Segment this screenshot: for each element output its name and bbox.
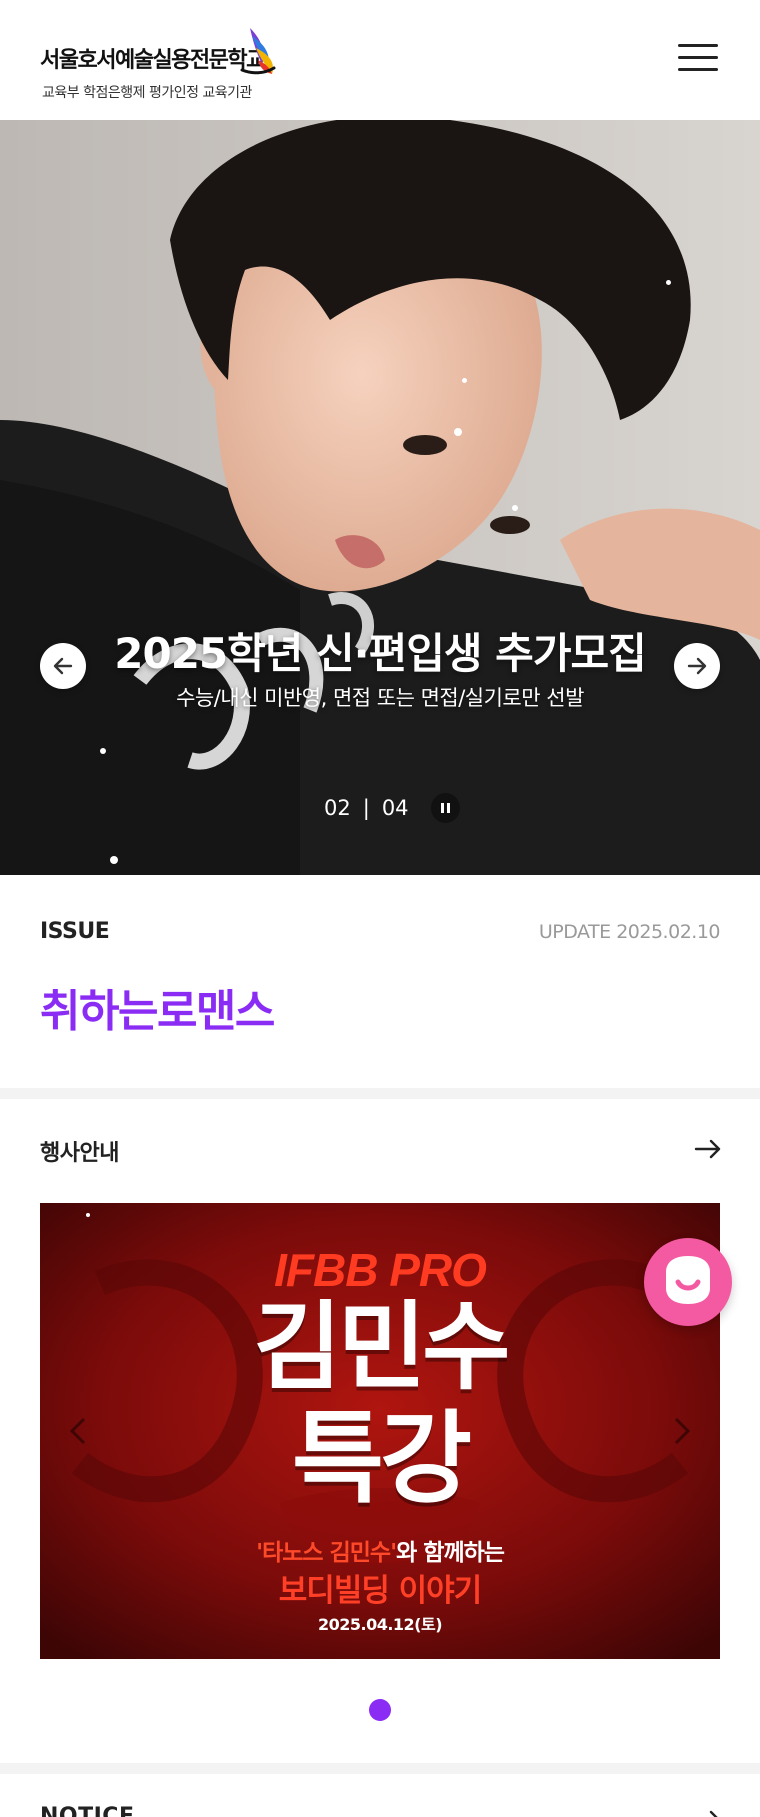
school-subtitle: 교육부 학점은행제 평가인정 교육기관 [42, 85, 252, 101]
poster-tagline: '타노스 김민수'와 함께하는 [40, 1533, 720, 1567]
logo-swoosh-icon [240, 28, 276, 75]
school-name: 서울호서예술실용전문학교 [40, 47, 266, 73]
hero-photo [0, 120, 760, 875]
poster-date: 2025.04.12(토) [317, 1615, 443, 1634]
poster-name: 김민수 [253, 1291, 511, 1403]
chevron-right-icon [674, 1417, 691, 1445]
poster-lecture: 특강 [292, 1400, 472, 1517]
issue-label: ISSUE [40, 919, 110, 944]
poster-tagline-rest: 와 함께하는 [396, 1540, 505, 1566]
school-logo[interactable]: 서울호서예술실용전문학교 교육부 학점은행제 평가인정 교육기관 [40, 24, 280, 104]
hero-pagination: 02 | 04 [320, 792, 460, 824]
hero-slider[interactable]: 2025학년 신·편입생 추가모집 수능/내신 미반영, 면접 또는 면접/실기… [0, 120, 760, 875]
events-section: 행사안내 IFBB PRO 김민수 특강 '타노스 김민수'와 함께하는 보디빌… [0, 1099, 760, 1763]
hero-title: 2025학년 신·편입생 추가모집 [114, 629, 647, 678]
arrow-left-icon [53, 657, 73, 675]
notice-more-button[interactable] [692, 1804, 724, 1817]
hero-next-button[interactable] [674, 643, 720, 689]
site-header: 서울호서예술실용전문학교 교육부 학점은행제 평가인정 교육기관 [0, 0, 760, 120]
arrow-right-icon [687, 657, 707, 675]
events-more-button[interactable] [692, 1133, 724, 1165]
poster-topic: 보디빌딩 이야기 [278, 1573, 482, 1609]
event-poster[interactable]: IFBB PRO 김민수 특강 '타노스 김민수'와 함께하는 보디빌딩 이야기… [40, 1203, 720, 1659]
chat-smile-icon [666, 1256, 710, 1304]
hero-subtitle: 수능/내신 미반영, 면접 또는 면접/실기로만 선발 [176, 686, 584, 710]
total-slides: 04 [381, 796, 409, 820]
events-pager-dot[interactable] [369, 1699, 391, 1721]
issue-update-date: UPDATE 2025.02.10 [538, 921, 721, 943]
pause-icon [440, 803, 444, 813]
slide-separator: | [362, 796, 370, 820]
hero-prev-button[interactable] [40, 643, 86, 689]
pause-button[interactable] [430, 793, 460, 823]
issue-headline[interactable]: 취하는로맨스 [40, 975, 275, 1039]
notice-section: NOTICE [0, 1774, 760, 1817]
chat-button[interactable] [644, 1238, 732, 1326]
poster-brand: IFBB PRO [274, 1244, 487, 1296]
hamburger-menu-icon [678, 44, 718, 47]
current-slide: 02 [324, 796, 351, 820]
notice-title: NOTICE [40, 1804, 135, 1817]
poster-prev-button[interactable] [66, 1413, 90, 1449]
poster-tagline-highlight: '타노스 김민수' [256, 1540, 397, 1566]
issue-section: ISSUE UPDATE 2025.02.10 취하는로맨스 [0, 875, 760, 1088]
section-divider [0, 1088, 760, 1099]
poster-next-button[interactable] [670, 1413, 694, 1449]
menu-button[interactable] [676, 38, 722, 78]
arrow-right-icon [709, 1810, 718, 1817]
events-title: 행사안내 [40, 1141, 119, 1166]
chevron-left-icon [69, 1417, 86, 1445]
arrow-right-icon [694, 1139, 721, 1159]
section-divider [0, 1763, 760, 1774]
